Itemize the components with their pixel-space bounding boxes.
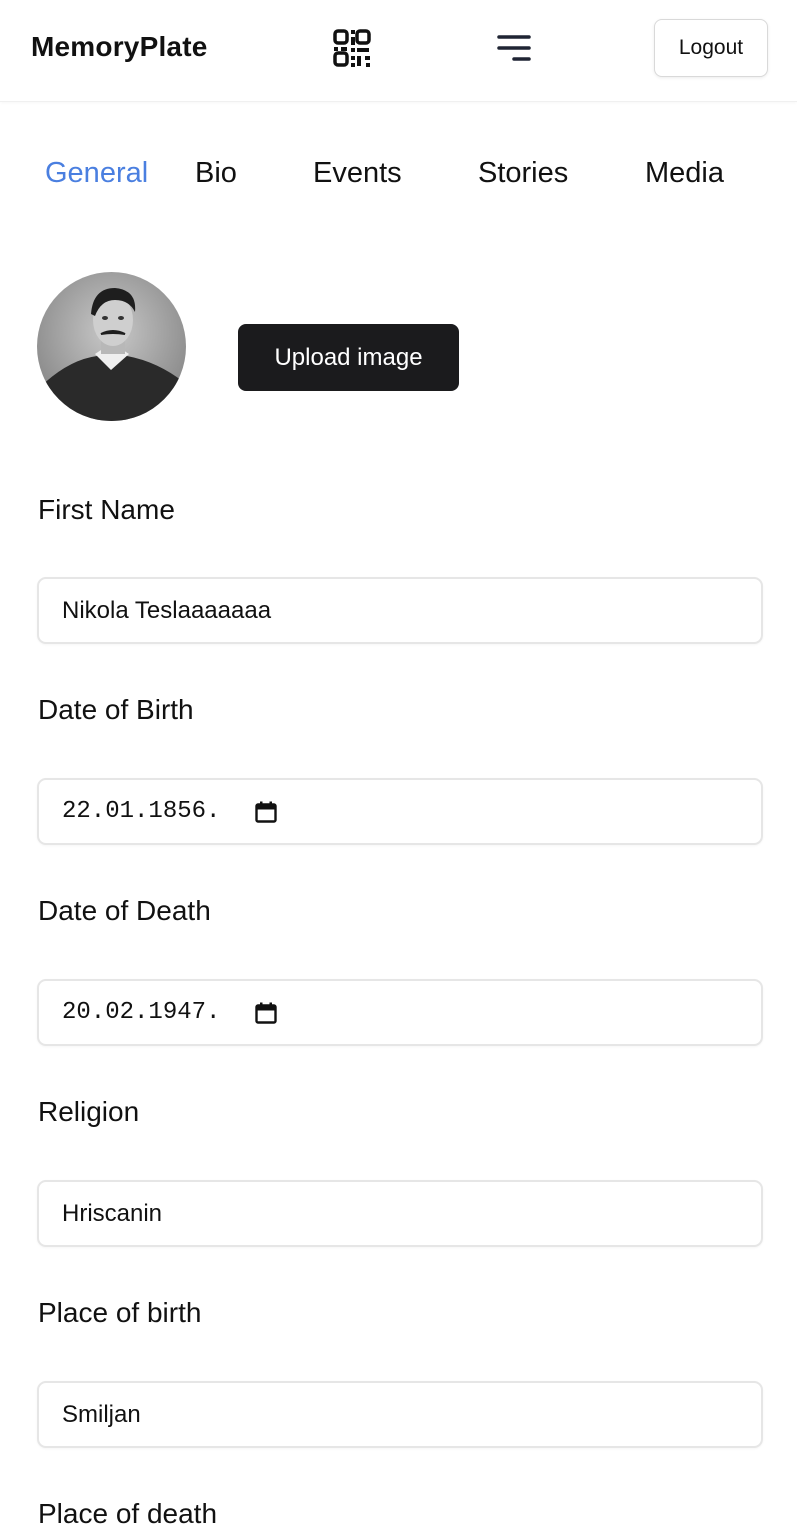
religion-input[interactable]: Hriscanin: [37, 1180, 763, 1247]
first-name-value: Nikola Teslaaaaaaa: [62, 596, 272, 624]
religion-value: Hriscanin: [62, 1199, 163, 1227]
app-header: MemoryPlate Logout: [0, 0, 797, 102]
first-name-input[interactable]: Nikola Teslaaaaaaa: [37, 577, 763, 644]
religion-label: Religion: [38, 1096, 140, 1127]
profile-avatar: [37, 272, 186, 421]
date-of-birth-input[interactable]: 22.01.1856.: [37, 778, 763, 845]
calendar-icon[interactable]: [254, 800, 278, 824]
tab-events[interactable]: Events: [313, 157, 402, 190]
place-of-birth-label: Place of birth: [38, 1297, 202, 1328]
tab-general[interactable]: General: [45, 157, 148, 190]
date-of-death-label: Date of Death: [38, 895, 211, 926]
first-name-label: First Name: [38, 494, 175, 525]
menu-icon[interactable]: [496, 33, 532, 65]
logout-button[interactable]: Logout: [654, 19, 768, 77]
place-of-birth-input[interactable]: Smiljan: [37, 1381, 763, 1448]
date-of-birth-label: Date of Birth: [38, 694, 194, 725]
brand-logo[interactable]: MemoryPlate: [31, 31, 208, 63]
qr-code-icon[interactable]: [333, 29, 373, 69]
date-of-death-value: 20.02.1947.: [62, 999, 221, 1026]
date-of-birth-value: 22.01.1856.: [62, 798, 221, 825]
tab-stories[interactable]: Stories: [478, 157, 568, 190]
tab-bio[interactable]: Bio: [195, 157, 237, 190]
upload-image-button[interactable]: Upload image: [238, 324, 459, 391]
place-of-death-label: Place of death: [38, 1498, 218, 1529]
date-of-death-input[interactable]: 20.02.1947.: [37, 979, 763, 1046]
calendar-icon[interactable]: [254, 1001, 278, 1025]
place-of-birth-value: Smiljan: [62, 1400, 141, 1428]
tab-media[interactable]: Media: [645, 157, 724, 190]
